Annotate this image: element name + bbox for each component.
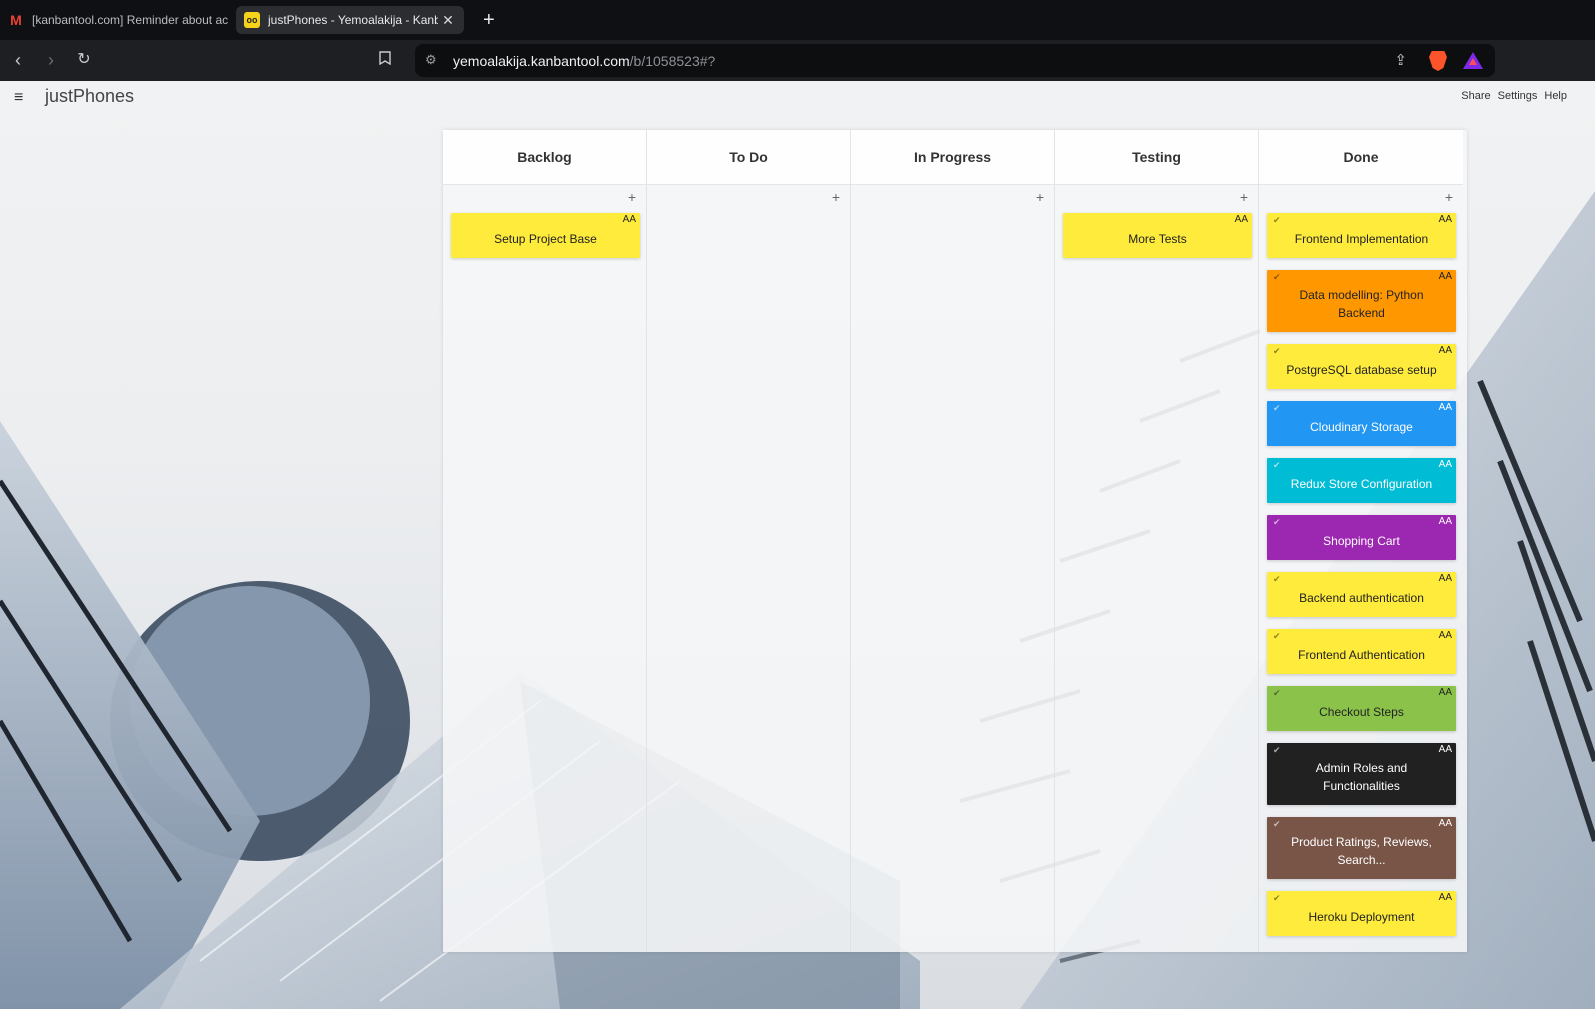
done-check-icon: ✔ <box>1273 272 1281 282</box>
column-header[interactable]: In Progress <box>851 130 1054 185</box>
tab-title: [kanbantool.com] Reminder about ac <box>32 13 228 27</box>
done-check-icon: ✔ <box>1273 346 1281 356</box>
kanban-page: ≡ justPhones Share Settings Help Backlog… <box>0 81 1595 1009</box>
kanban-card[interactable]: AA Setup Project Base <box>451 213 640 258</box>
brave-rewards-icon[interactable] <box>1463 52 1483 69</box>
assignee-initials: AA <box>1438 744 1452 755</box>
settings-link[interactable]: Settings <box>1498 90 1538 102</box>
browser-tab-kanban[interactable]: oo justPhones - Yemoalakija - Kanb ✕ <box>236 6 464 34</box>
forward-icon[interactable]: › <box>39 48 63 72</box>
done-check-icon: ✔ <box>1273 460 1281 470</box>
assignee-initials: AA <box>1438 459 1452 470</box>
assignee-initials: AA <box>1438 271 1452 282</box>
share-link[interactable]: Share <box>1461 90 1490 102</box>
done-check-icon: ✔ <box>1273 403 1281 413</box>
card-title: PostgreSQL database setup <box>1286 362 1437 377</box>
brave-shields-icon[interactable] <box>1429 51 1447 71</box>
browser-tab-strip: M [kanbantool.com] Reminder about ac oo … <box>0 0 1595 40</box>
add-card-icon[interactable]: + <box>832 189 840 205</box>
kanban-card[interactable]: ✔ AA Product Ratings, Reviews, Search... <box>1267 817 1456 879</box>
column-testing: Testing + AA More Tests <box>1055 130 1259 952</box>
url-text[interactable]: yemoalakija.kanbantool.com/b/1058523#? <box>453 53 715 69</box>
done-check-icon: ✔ <box>1273 819 1281 829</box>
card-title: Checkout Steps <box>1319 704 1404 719</box>
column-header[interactable]: To Do <box>647 130 850 185</box>
site-info-icon[interactable]: ⚙ <box>425 52 437 68</box>
assignee-initials: AA <box>1438 214 1452 225</box>
assignee-initials: AA <box>1234 214 1248 225</box>
browser-toolbar: ‹ › ↻ ⚙ yemoalakija.kanbantool.com/b/105… <box>0 40 1595 81</box>
column-backlog: Backlog + AA Setup Project Base <box>443 130 647 952</box>
app-header: ≡ justPhones Share Settings Help <box>0 81 1595 115</box>
done-check-icon: ✔ <box>1273 745 1281 755</box>
kanban-card[interactable]: ✔ AA Redux Store Configuration <box>1267 458 1456 503</box>
assignee-initials: AA <box>1438 687 1452 698</box>
add-card-icon[interactable]: + <box>1240 189 1248 205</box>
assignee-initials: AA <box>1438 630 1452 641</box>
card-title: Product Ratings, Reviews, Search... <box>1291 835 1432 867</box>
kanban-card[interactable]: ✔ AA PostgreSQL database setup <box>1267 344 1456 389</box>
done-check-icon: ✔ <box>1273 215 1281 225</box>
done-check-icon: ✔ <box>1273 574 1281 584</box>
back-icon[interactable]: ‹ <box>6 48 30 72</box>
tab-title: justPhones - Yemoalakija - Kanb <box>268 13 438 27</box>
card-title: Admin Roles and Functionalities <box>1315 761 1408 793</box>
kanban-card[interactable]: AA More Tests <box>1063 213 1252 258</box>
column-header[interactable]: Done <box>1259 130 1463 185</box>
address-bar[interactable]: ⚙ yemoalakija.kanbantool.com/b/1058523#?… <box>415 44 1495 77</box>
assignee-initials: AA <box>1438 892 1452 903</box>
card-title: Heroku Deployment <box>1308 909 1415 924</box>
done-check-icon: ✔ <box>1273 631 1281 641</box>
column-header[interactable]: Backlog <box>443 130 646 185</box>
card-title: More Tests <box>1128 231 1187 246</box>
card-title: Frontend Implementation <box>1294 231 1429 246</box>
assignee-initials: AA <box>1438 402 1452 413</box>
share-icon[interactable]: ⇪ <box>1394 51 1407 69</box>
column-in-progress: In Progress + <box>851 130 1055 952</box>
new-tab-button[interactable]: + <box>483 8 495 32</box>
kanban-board: Backlog + AA Setup Project Base To Do + I… <box>443 130 1467 952</box>
kanban-card[interactable]: ✔ AA Frontend Implementation <box>1267 213 1456 258</box>
card-title: Backend authentication <box>1299 590 1424 605</box>
header-links: Share Settings Help <box>1461 90 1567 102</box>
add-card-icon[interactable]: + <box>1036 189 1044 205</box>
card-title: Data modelling: Python Backend <box>1299 288 1424 320</box>
done-check-icon: ✔ <box>1273 893 1281 903</box>
kanban-card[interactable]: ✔ AA Checkout Steps <box>1267 686 1456 731</box>
done-check-icon: ✔ <box>1273 688 1281 698</box>
close-tab-icon[interactable]: ✕ <box>438 12 458 29</box>
assignee-initials: AA <box>1438 573 1452 584</box>
assignee-initials: AA <box>1438 516 1452 527</box>
kanban-card[interactable]: ✔ AA Frontend Authentication <box>1267 629 1456 674</box>
card-title: Shopping Cart <box>1323 533 1400 548</box>
card-title: Cloudinary Storage <box>1310 419 1413 434</box>
card-title: Setup Project Base <box>494 231 597 246</box>
add-card-icon[interactable]: + <box>628 189 636 205</box>
kanban-card[interactable]: ✔ AA Heroku Deployment <box>1267 891 1456 936</box>
kanbantool-icon: oo <box>244 12 260 28</box>
kanban-card[interactable]: ✔ AA Data modelling: Python Backend <box>1267 270 1456 332</box>
kanban-card[interactable]: ✔ AA Cloudinary Storage <box>1267 401 1456 446</box>
add-card-icon[interactable]: + <box>1445 189 1453 205</box>
card-title: Frontend Authentication <box>1298 647 1425 662</box>
assignee-initials: AA <box>1438 818 1452 829</box>
bookmark-icon[interactable] <box>373 48 397 72</box>
gmail-icon: M <box>10 12 22 28</box>
assignee-initials: AA <box>1438 345 1452 356</box>
kanban-card[interactable]: ✔ AA Backend authentication <box>1267 572 1456 617</box>
done-check-icon: ✔ <box>1273 517 1281 527</box>
reload-icon[interactable]: ↻ <box>72 48 96 72</box>
column-header[interactable]: Testing <box>1055 130 1258 185</box>
browser-tab-gmail[interactable]: M [kanbantool.com] Reminder about ac <box>0 6 228 34</box>
menu-icon[interactable]: ≡ <box>14 89 23 107</box>
assignee-initials: AA <box>622 214 636 225</box>
column-to-do: To Do + <box>647 130 851 952</box>
help-link[interactable]: Help <box>1544 90 1567 102</box>
column-done: Done + ✔ AA Frontend Implementation ✔ AA Data… <box>1259 130 1463 952</box>
board-title: justPhones <box>45 86 135 106</box>
kanban-card[interactable]: ✔ AA Shopping Cart <box>1267 515 1456 560</box>
card-title: Redux Store Configuration <box>1290 476 1433 491</box>
kanban-card[interactable]: ✔ AA Admin Roles and Functionalities <box>1267 743 1456 805</box>
